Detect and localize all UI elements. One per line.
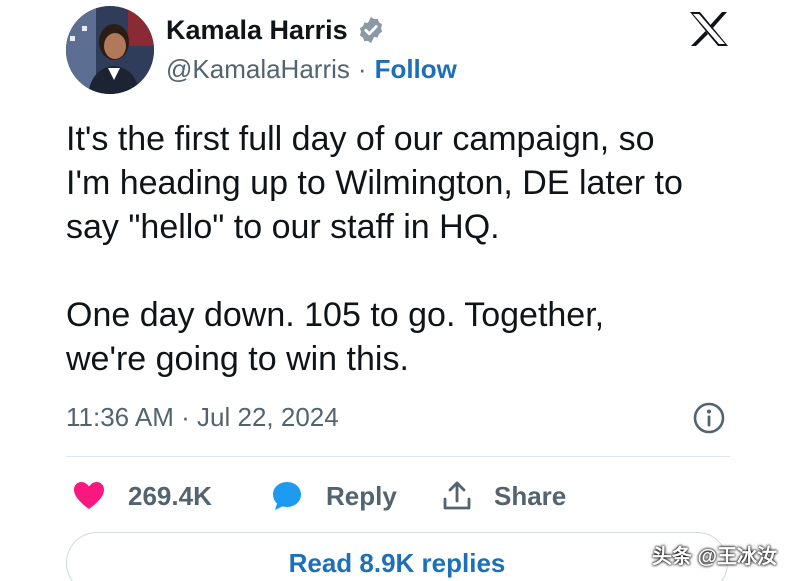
tweet-paragraph-1: It's the first full day of our campaign,… (66, 117, 766, 249)
divider (66, 456, 730, 457)
watermark: 头条 @王冰汝 (652, 546, 778, 568)
verified-badge-icon (356, 15, 386, 45)
tweet-line: I'm heading up to Wilmington, DE later t… (66, 164, 683, 202)
heart-icon (72, 479, 106, 513)
share-icon (440, 479, 474, 513)
info-icon[interactable] (692, 401, 726, 435)
avatar[interactable] (66, 6, 154, 94)
tweet-paragraph-2: One day down. 105 to go. Together, we're… (66, 293, 766, 381)
share-button[interactable]: Share (440, 476, 566, 516)
like-count: 269.4K (128, 480, 212, 511)
follow-button[interactable]: Follow (375, 54, 457, 85)
like-button[interactable]: 269.4K (72, 476, 212, 516)
author-name-row: Kamala Harris (166, 12, 386, 48)
reply-bubble-icon (270, 479, 304, 513)
tweet-line: It's the first full day of our campaign,… (66, 120, 655, 158)
reply-label: Reply (326, 480, 397, 511)
read-replies-button[interactable]: Read 8.9K replies (66, 532, 728, 581)
tweet-line: One day down. 105 to go. Together, (66, 296, 605, 334)
tweet-timestamp[interactable]: 11:36 AM · Jul 22, 2024 (66, 400, 339, 434)
display-name[interactable]: Kamala Harris (166, 15, 348, 46)
tweet-line: say "hello" to our staff in HQ. (66, 208, 500, 246)
separator-dot: · (357, 53, 367, 84)
tweet-card: Kamala Harris @KamalaHarris · Follow It'… (0, 0, 800, 581)
reply-button[interactable]: Reply (270, 476, 397, 516)
avatar-image (66, 6, 154, 94)
tweet-text: It's the first full day of our campaign,… (66, 117, 766, 381)
handle[interactable]: @KamalaHarris (166, 54, 350, 85)
share-label: Share (494, 480, 567, 511)
author-handle-row: @KamalaHarris · Follow (166, 52, 457, 86)
x-logo-icon[interactable] (688, 10, 730, 48)
tweet-line: we're going to win this. (66, 340, 409, 378)
